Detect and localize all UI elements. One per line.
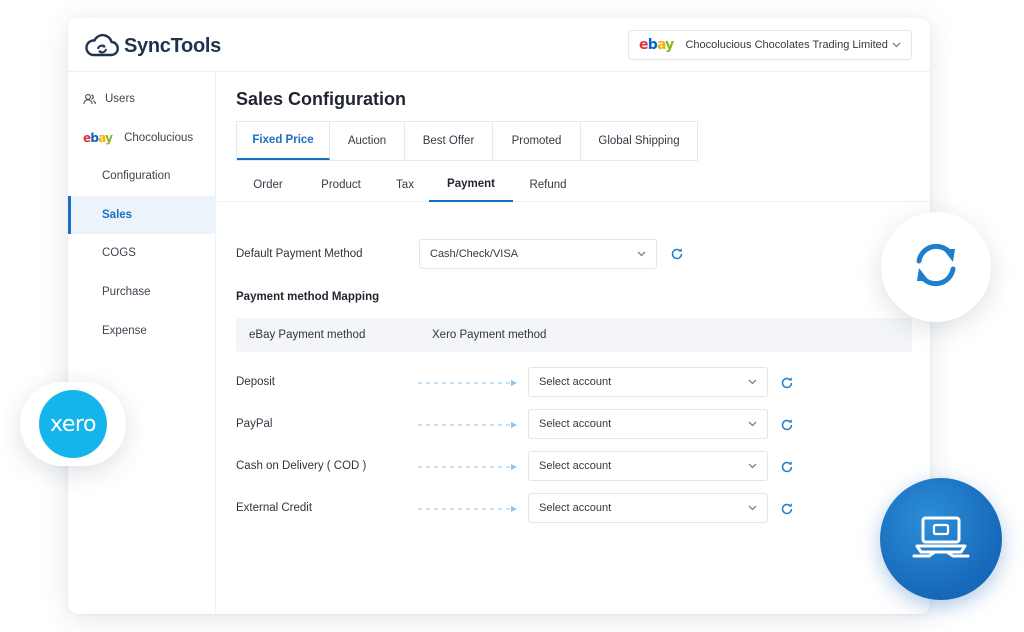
sidebar-item-expense[interactable]: Expense <box>68 312 216 350</box>
refresh-icon[interactable] <box>780 502 794 516</box>
xero-badge: xero <box>20 382 126 466</box>
account-select-deposit[interactable]: Select account <box>528 367 768 397</box>
mapping-title: Payment method Mapping <box>236 291 380 303</box>
sidebar-item-label: COGS <box>102 247 136 259</box>
sidebar-item-label: Users <box>105 93 136 105</box>
sidebar-item-configuration[interactable]: Configuration <box>68 157 216 195</box>
mapping-arrow <box>418 464 517 470</box>
chevron-down-icon <box>748 379 757 385</box>
sidebar-item-sales[interactable]: Sales <box>68 196 216 234</box>
account-select-paypal[interactable]: Select account <box>528 409 768 439</box>
sidebar-item-label: Purchase <box>102 286 151 298</box>
tab-auction[interactable]: Auction <box>330 122 405 160</box>
tab-payment[interactable]: Payment <box>429 168 513 202</box>
account-select-cod[interactable]: Select account <box>528 451 768 481</box>
refresh-icon[interactable] <box>780 376 794 390</box>
sidebar-item-label: Sales <box>102 209 133 221</box>
tab-tax[interactable]: Tax <box>385 168 425 202</box>
tab-refund[interactable]: Refund <box>521 168 575 202</box>
sync-icon <box>906 235 966 300</box>
listing-type-tabs: Fixed Price Auction Best Offer Promoted … <box>236 121 698 161</box>
users-icon <box>83 93 97 105</box>
chevron-down-icon <box>637 251 646 257</box>
sidebar-item-purchase[interactable]: Purchase <box>68 273 216 311</box>
chevron-down-icon <box>748 505 757 511</box>
tab-promoted[interactable]: Promoted <box>493 122 581 160</box>
store-name: Chocolucious Chocolates Trading Limited <box>685 39 888 51</box>
app-window: SyncTools ebay Chocolucious Chocolates T… <box>68 18 930 614</box>
sidebar-item-label: Configuration <box>102 170 171 182</box>
main-content: Sales Configuration Fixed Price Auction … <box>217 72 930 614</box>
payment-method-cod: Cash on Delivery ( COD ) <box>236 460 367 472</box>
payment-method-deposit: Deposit <box>236 376 275 388</box>
laptop-hand-icon <box>911 512 971 567</box>
sidebar-item-users[interactable]: Users <box>68 80 216 118</box>
top-bar: SyncTools ebay Chocolucious Chocolates T… <box>68 18 930 72</box>
xero-logo: xero <box>39 390 107 458</box>
tab-best-offer[interactable]: Best Offer <box>405 122 493 160</box>
mapping-arrow <box>418 380 517 386</box>
sidebar-item-label: Expense <box>102 325 147 337</box>
col-xero-payment: Xero Payment method <box>432 329 547 341</box>
refresh-icon[interactable] <box>780 418 794 432</box>
sidebar-item-store[interactable]: ebay Chocolucious <box>68 119 216 157</box>
col-ebay-payment: eBay Payment method <box>249 329 366 341</box>
refresh-icon[interactable] <box>780 460 794 474</box>
store-selector[interactable]: ebay Chocolucious Chocolates Trading Lim… <box>628 30 912 60</box>
page-title: Sales Configuration <box>236 89 407 109</box>
chevron-down-icon <box>748 421 757 427</box>
default-payment-select[interactable]: Cash/Check/VISA <box>419 239 657 269</box>
account-select-value: Select account <box>539 502 612 514</box>
sidebar-item-label: Chocolucious <box>124 132 194 144</box>
tab-order[interactable]: Order <box>243 168 293 202</box>
chevron-down-icon <box>748 463 757 469</box>
mapping-arrow <box>418 422 517 428</box>
ebay-logo: ebay <box>83 131 113 145</box>
config-tabs: Order Product Tax Payment Refund <box>217 168 930 202</box>
mapping-arrow <box>418 506 517 512</box>
tab-product[interactable]: Product <box>309 168 373 202</box>
chevron-down-icon <box>892 39 901 51</box>
account-select-value: Select account <box>539 460 612 472</box>
brand-name: SyncTools <box>124 34 221 57</box>
laptop-badge <box>880 478 1002 600</box>
ebay-logo: ebay <box>639 37 674 53</box>
sidebar-item-cogs[interactable]: COGS <box>68 234 216 272</box>
account-select-value: Select account <box>539 376 612 388</box>
payment-method-external-credit: External Credit <box>236 502 313 514</box>
refresh-icon[interactable] <box>670 247 684 261</box>
tab-global-shipping[interactable]: Global Shipping <box>581 122 697 160</box>
cloud-sync-icon <box>84 32 120 60</box>
default-payment-label: Default Payment Method <box>236 248 363 260</box>
default-payment-value: Cash/Check/VISA <box>430 248 519 260</box>
payment-method-paypal: PayPal <box>236 418 273 430</box>
tab-fixed-price[interactable]: Fixed Price <box>237 122 330 160</box>
sync-badge <box>881 212 991 322</box>
account-select-external-credit[interactable]: Select account <box>528 493 768 523</box>
logo[interactable]: SyncTools <box>84 31 221 61</box>
xero-logo-text: xero <box>50 411 96 437</box>
account-select-value: Select account <box>539 418 612 430</box>
sidebar: Users ebay Chocolucious Configuration Sa… <box>68 72 216 614</box>
mapping-header: eBay Payment method Xero Payment method <box>236 318 912 352</box>
